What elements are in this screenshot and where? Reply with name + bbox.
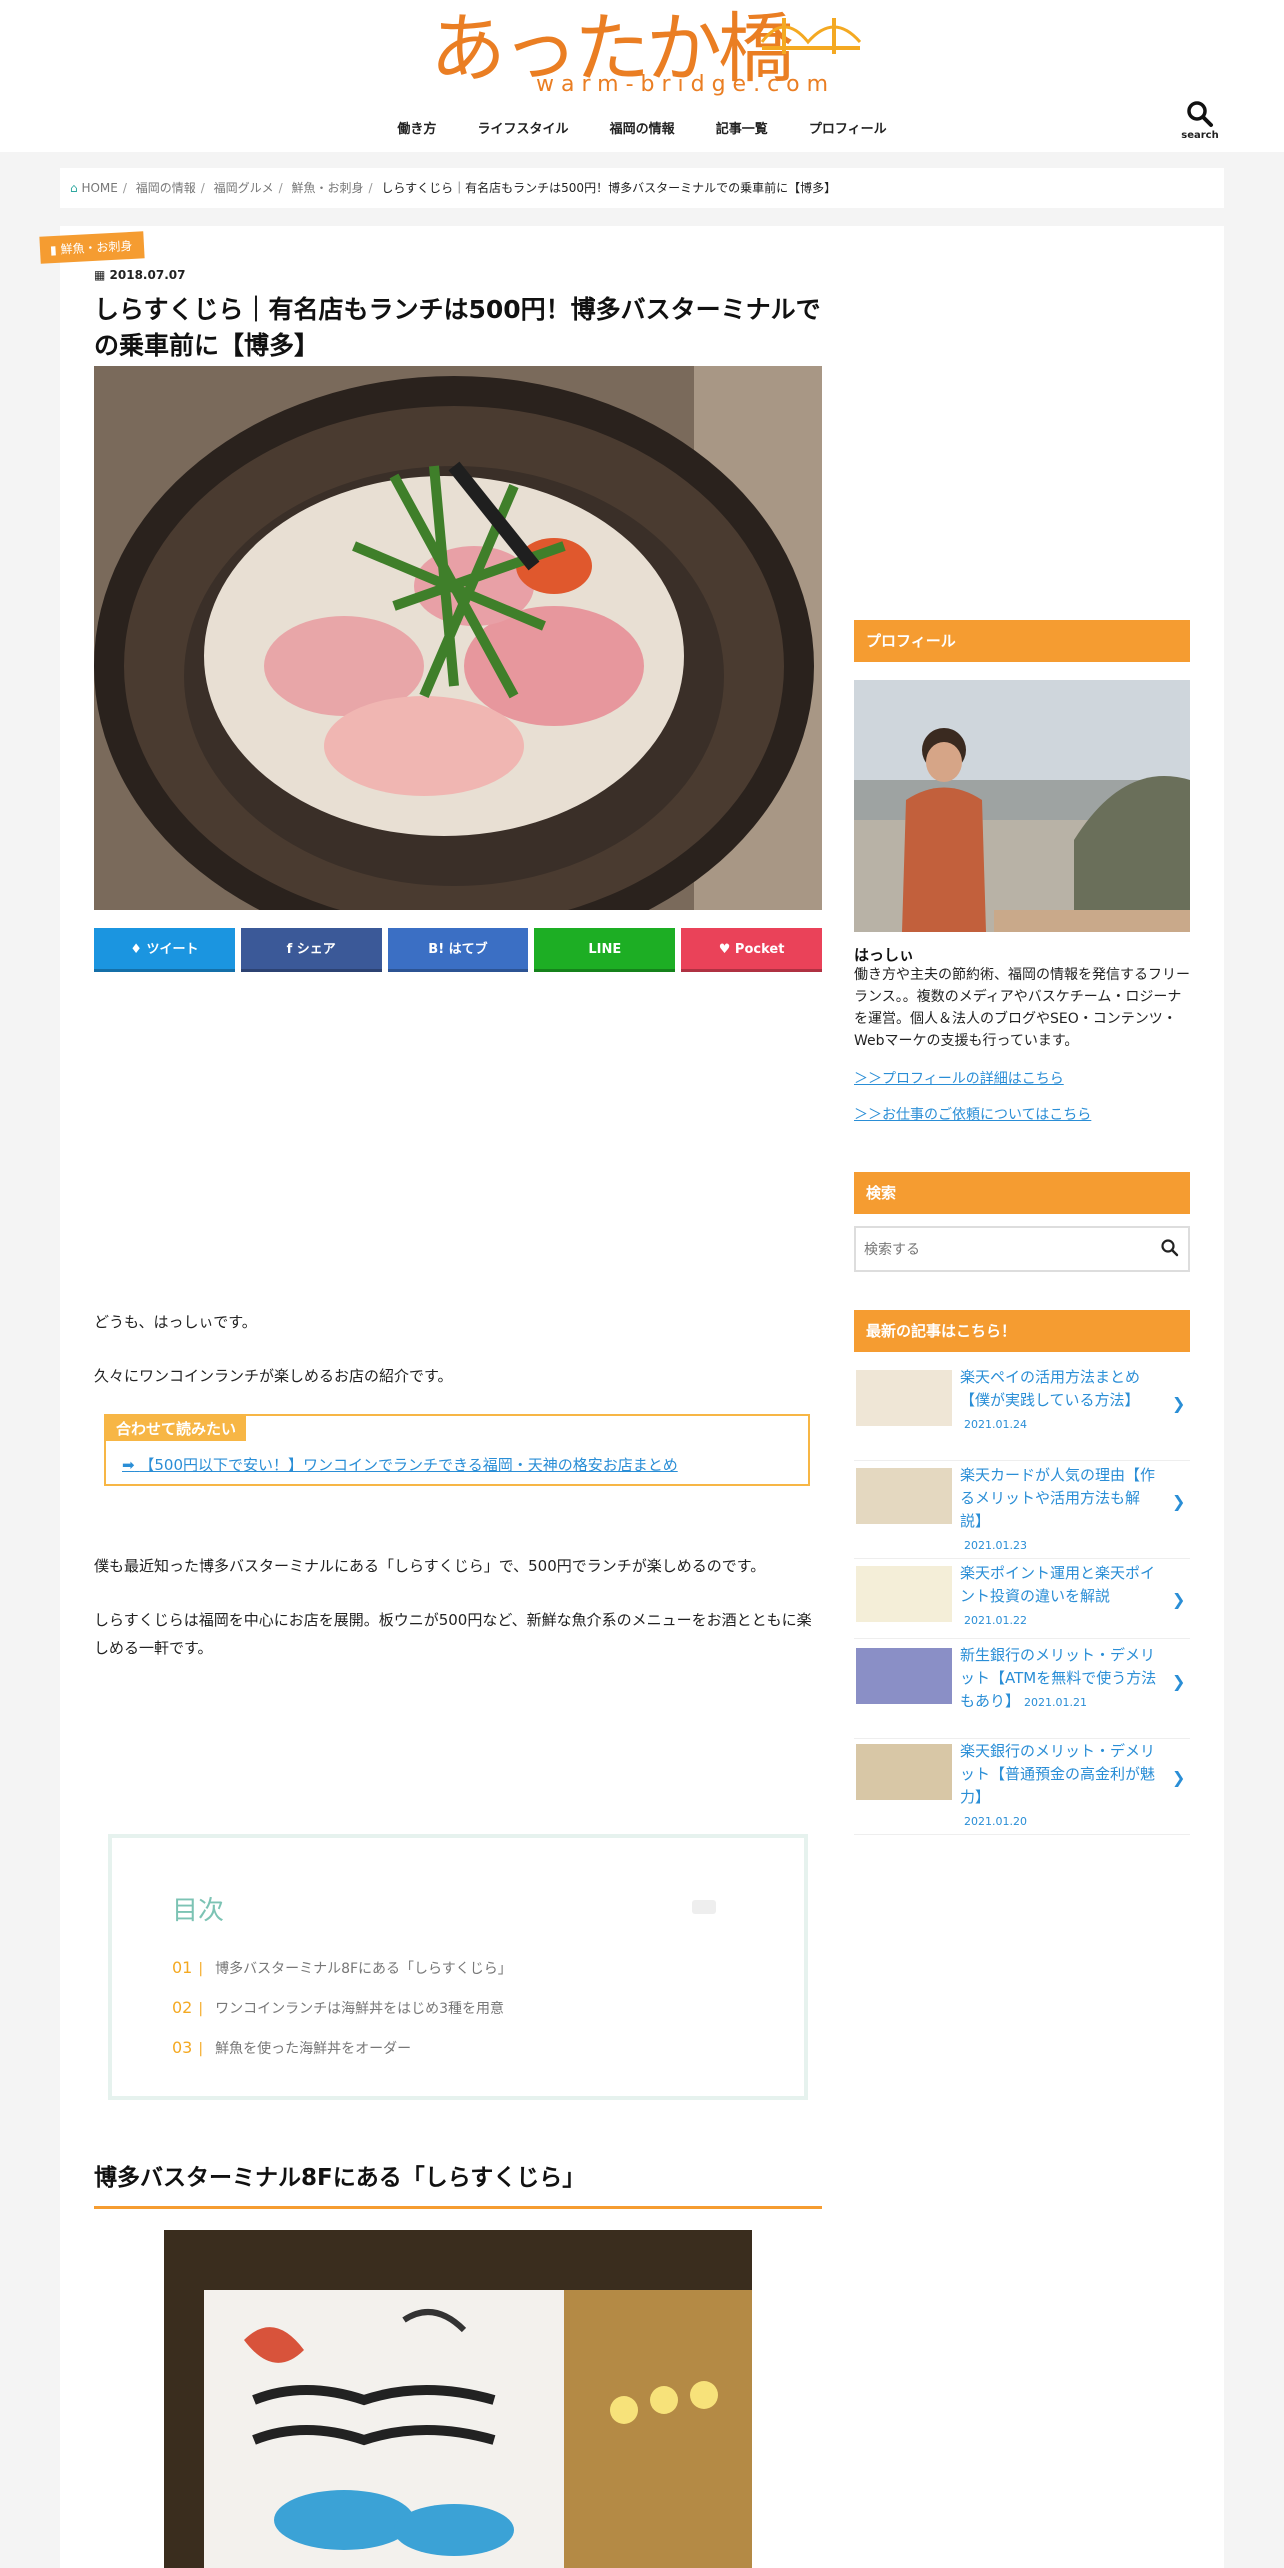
category-badge[interactable]: ▮ 鮮魚・お刺身 [39,231,146,264]
nav-item-work[interactable]: 働き方 [397,118,436,137]
toc-item[interactable]: 03 | 鮮魚を使った海鮮丼をオーダー [172,2038,411,2058]
paragraph: しらすくじらは福岡を中心にお店を展開。板ウニが500円など、新鮮な魚介系のメニュ… [94,1611,812,1657]
site-logo[interactable]: あったか橋 warm-bridge.com [430,4,862,100]
breadcrumb-fukuoka[interactable]: 福岡の情報 [136,181,196,195]
nav-item-articles[interactable]: 記事一覧 [716,118,768,137]
profile-name: はっしぃ [854,946,915,964]
chevron-right-icon: ❯ [1172,1590,1186,1609]
toc-toggle[interactable] [692,1900,716,1914]
chevron-right-icon: ❯ [1172,1492,1186,1511]
breadcrumb: ⌂ HOME / 福岡の情報 / 福岡グルメ / 鮮魚・お刺身 / しらすくじら｜有名店… [60,168,1224,208]
recent-post-item[interactable]: 楽天ペイの活用方法まとめ【僕が実践している方法】 2021.01.24 ❯ [854,1364,1190,1461]
chevron-right-icon: ❯ [1172,1394,1186,1413]
pocket-button[interactable]: ♥ Pocket [681,928,822,972]
recent-post-item[interactable]: 楽天カードが人気の理由【作るメリットや活用方法も解説】 2021.01.23 ❯ [854,1462,1190,1559]
recent-post-thumbnail [856,1468,952,1524]
table-of-contents: 目次 01 | 博多バスターミナル8Fにある「しらすくじら」 02 | ワンコインランチ… [108,1834,808,2100]
article-title: しらすくじら｜有名店もランチは500円！博多バスターミナルでの乗車前に【博多】 [94,295,821,360]
profile-photo [854,680,1190,932]
recent-post-item[interactable]: 新生銀行のメリット・デメリット【ATMを無料で使う方法もあり】 2021.01.2… [854,1642,1190,1739]
profile-detail-link[interactable]: ＞＞プロフィールの詳細はこちら [854,1068,1064,1088]
breadcrumb-gourmet[interactable]: 福岡グルメ [214,181,274,195]
kaisendon-photo [94,366,822,910]
recent-post-thumbnail [856,1744,952,1800]
line-share-button[interactable]: LINE [534,928,676,972]
related-heading: 合わせて読みたい [106,1416,247,1441]
arrow-right-icon: ➡ [122,1456,135,1474]
logo-domain: warm-bridge.com [536,72,836,97]
facebook-share-button[interactable]: f シェア [240,928,382,972]
toc-title: 目次 [172,1896,225,1926]
chevron-right-icon: ❯ [1172,1768,1186,1787]
recent-post-thumbnail [856,1648,952,1704]
breadcrumb-home[interactable]: HOME [81,181,117,195]
share-buttons: ♦ ツイート f シェア B! はてブ LINE ♥ Pocket [94,928,822,972]
widget-heading-recent: 最新の記事はこちら！ [854,1310,1190,1352]
paragraph: 久々にワンコインランチが楽しめるお店の紹介です。 [94,1367,453,1385]
recent-post-thumbnail [856,1566,952,1622]
sidebar-search [854,1226,1190,1272]
nav-item-fukuoka[interactable]: 福岡の情報 [610,118,675,137]
hatena-bookmark-button[interactable]: B! はてブ [387,928,529,972]
breadcrumb-current: しらすくじら｜有名店もランチは500円！博多バスターミナルでの乗車前に【博多】 [381,181,837,195]
related-article-box: 合わせて読みたい ➡ 【500円以下で安い！】ワンコインでランチできる福岡・天神… [104,1414,810,1486]
tweet-button[interactable]: ♦ ツイート [94,928,235,972]
bridge-icon [760,18,862,54]
recent-post-item[interactable]: 楽天ポイント運用と楽天ポイント投資の違いを解説2021.01.22 ❯ [854,1560,1190,1639]
nav-item-lifestyle[interactable]: ライフスタイル [478,118,569,137]
breadcrumb-category[interactable]: 鮮魚・お刺身 [292,181,364,195]
eyecatch-image [94,366,822,910]
related-article-link[interactable]: ➡ 【500円以下で安い！】ワンコインでランチできる福岡・天神の格安お店まとめ [122,1454,678,1475]
paragraph: 僕も最近知った博多バスターミナルにある「しらすくじら」で、500円でランチが楽し… [94,1557,766,1575]
chevron-right-icon: ❯ [1172,1672,1186,1691]
toc-item[interactable]: 01 | 博多バスターミナル8Fにある「しらすくじら」 [172,1958,512,1978]
widget-heading-search: 検索 [854,1172,1190,1214]
profile-description: 働き方や主夫の節約術、福岡の情報を発信するフリーランス。。複数のメディアやバスケ… [854,967,1190,1049]
recent-post-item[interactable]: 楽天銀行のメリット・デメリット【普通預金の高金利が魅力】 2021.01.20 ❯ [854,1738,1190,1835]
widget-heading-profile: プロフィール [854,620,1190,662]
home-icon: ⌂ [70,181,78,195]
shop-photo [164,2230,752,2568]
shop-entrance-photo [164,2230,752,2568]
search-icon[interactable] [1160,1238,1180,1258]
search-label: search [1181,130,1219,141]
search-icon [1187,101,1213,127]
recent-post-thumbnail [856,1370,952,1426]
folder-icon: ▮ [49,242,58,258]
toc-item[interactable]: 02 | ワンコインランチは海鮮丼をはじめ3種を用意 [172,1998,504,2018]
work-request-link[interactable]: ＞＞お仕事のご依頼についてはこちら [854,1104,1091,1124]
site-header: あったか橋 warm-bridge.com 働き方 ライフスタイル 福岡の情報 … [0,0,1284,152]
calendar-icon: ▦ [94,268,106,282]
global-nav: 働き方 ライフスタイル 福岡の情報 記事一覧 プロフィール [0,118,1284,137]
section-heading: 博多バスターミナル8Fにある「しらすくじら」 [94,2158,822,2209]
post-date: ▦ 2018.07.07 [94,268,186,282]
profile-portrait-photo [854,680,1190,932]
paragraph: どうも、はっしぃです。 [94,1313,257,1331]
search-input[interactable] [856,1228,1156,1272]
nav-item-profile[interactable]: プロフィール [809,118,887,137]
header-search-button[interactable]: search [1170,96,1230,146]
